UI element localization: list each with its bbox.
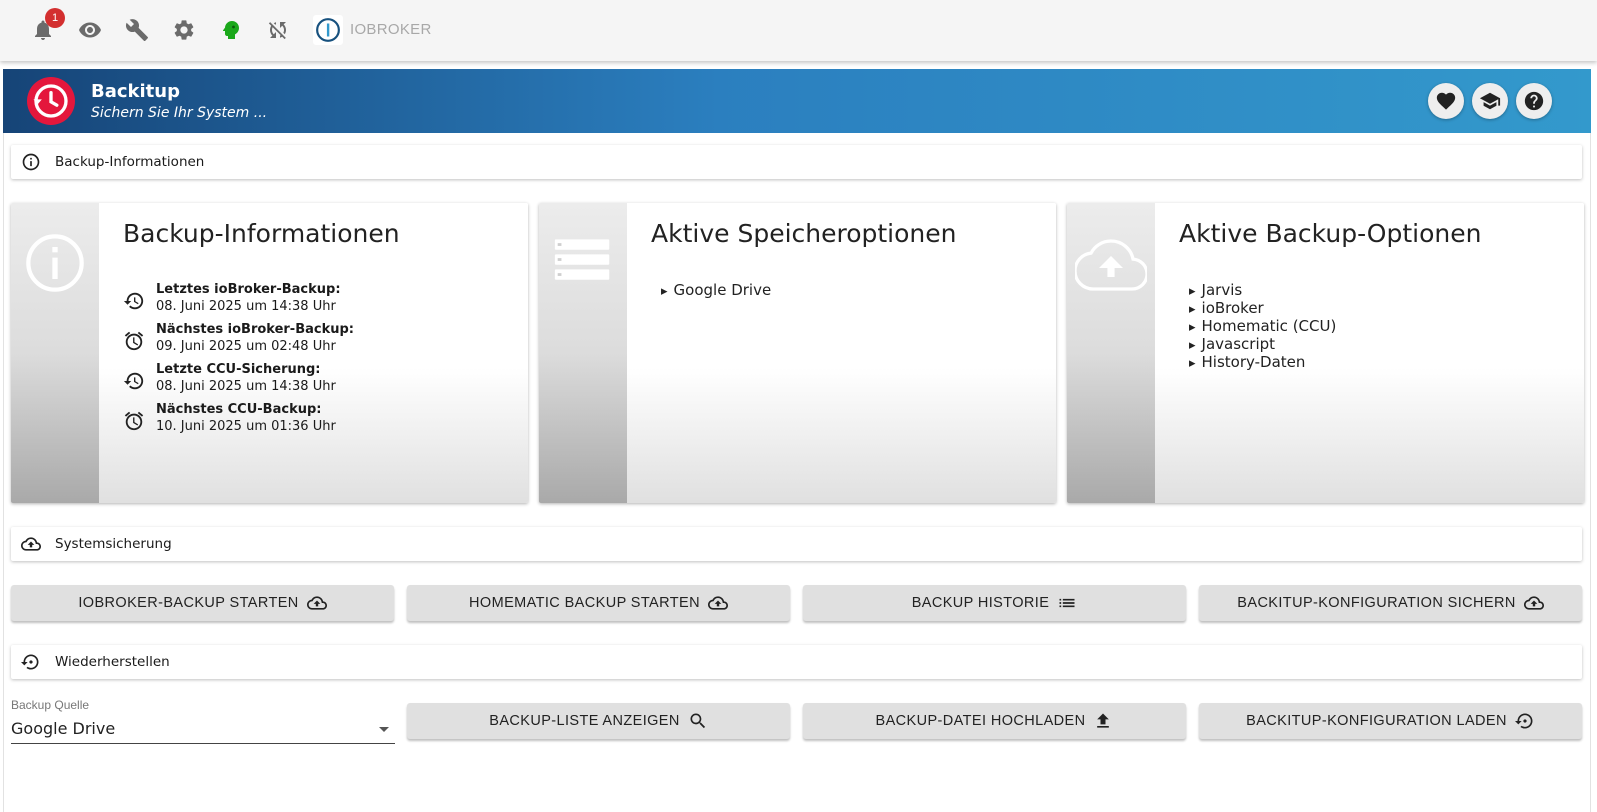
card-title: Aktive Speicheroptionen [651, 219, 957, 248]
info-value: 08. Juni 2025 um 14:38 Uhr [156, 379, 336, 394]
card-backup-options: Aktive Backup-Optionen Jarvis ioBroker H… [1067, 203, 1584, 503]
list-item: Homematic (CCU) [1189, 317, 1337, 335]
card-backup-info: Backup-Informationen Letztes ioBroker-Ba… [11, 203, 528, 503]
backup-source-label: Backup Quelle [11, 698, 90, 712]
storage-icon [554, 239, 610, 280]
info-value: 08. Juni 2025 um 14:38 Uhr [156, 299, 336, 314]
info-value: 10. Juni 2025 um 01:36 Uhr [156, 419, 336, 434]
section-system-backup[interactable]: Systemsicherung [11, 527, 1582, 561]
iobroker-logo [313, 15, 343, 45]
section-restore[interactable]: Wiederherstellen [11, 645, 1582, 679]
tutorial-button[interactable] [1472, 83, 1508, 119]
search-icon [690, 713, 705, 729]
upload-backup-file-button[interactable]: BACKUP-DATEI HOCHLADEN [803, 703, 1186, 739]
cloud-upload-icon [707, 596, 728, 610]
backup-options-list: Jarvis ioBroker Homematic (CCU) Javascri… [1189, 281, 1337, 371]
chevron-down-icon [379, 727, 389, 732]
button-label: HOMEMATIC BACKUP STARTEN [469, 595, 700, 611]
history-icon [123, 372, 144, 390]
section-title: Wiederherstellen [55, 654, 170, 670]
alarm-icon [124, 331, 144, 351]
list-item: Jarvis [1189, 281, 1336, 299]
button-label: BACKUP-LISTE ANZEIGEN [489, 713, 680, 729]
list-item: Google Drive [661, 281, 772, 299]
restore-icon [1514, 713, 1533, 729]
card-strip [1067, 203, 1155, 503]
list-item: ioBroker [1189, 299, 1336, 317]
donate-button[interactable] [1428, 83, 1464, 119]
app-title: Backitup [91, 81, 180, 102]
info-label: Letztes ioBroker-Backup: [156, 282, 341, 297]
restore-icon [21, 654, 39, 670]
card-strip [11, 203, 99, 503]
app-header: Backitup Sichern Sie Ihr System ... [3, 69, 1591, 133]
upload-icon [1097, 713, 1110, 728]
save-backitup-config-button[interactable]: BACKITUP-KONFIGURATION SICHERN [1199, 585, 1582, 621]
button-label: BACKITUP-KONFIGURATION SICHERN [1237, 595, 1516, 611]
button-label: BACKUP-DATEI HOCHLADEN [875, 713, 1086, 729]
backup-source-select[interactable]: Google Drive [11, 714, 395, 744]
graduation-cap-icon [1479, 92, 1501, 110]
info-row-last-ccu: Letzte CCU-Sicherung: 08. Juni 2025 um 1… [123, 362, 513, 398]
info-label: Nächstes CCU-Backup: [156, 402, 322, 417]
list-item: History-Daten [1189, 353, 1336, 371]
backup-source-value: Google Drive [11, 719, 116, 738]
section-backup-info[interactable]: Backup-Informationen [11, 145, 1582, 179]
info-row-next-ccu: Nächstes CCU-Backup: 10. Juni 2025 um 01… [123, 402, 513, 438]
backitup-logo [27, 77, 75, 125]
info-row-next-iobroker: Nächstes ioBroker-Backup: 09. Juni 2025 … [123, 322, 513, 358]
info-value: 09. Juni 2025 um 02:48 Uhr [156, 339, 336, 354]
info-row-last-iobroker: Letztes ioBroker-Backup: 08. Juni 2025 u… [123, 282, 513, 318]
cloud-upload-icon [1075, 239, 1147, 291]
section-title: Backup-Informationen [55, 154, 205, 170]
sync-disabled-icon[interactable] [262, 14, 294, 46]
eye-icon[interactable] [74, 14, 106, 46]
list-item: Javascript [1189, 335, 1336, 353]
card-storage-options: Aktive Speicheroptionen Google Drive [539, 203, 1056, 503]
show-backup-list-button[interactable]: BACKUP-LISTE ANZEIGEN [407, 703, 790, 739]
info-label: Letzte CCU-Sicherung: [156, 362, 321, 377]
wrench-icon[interactable] [121, 14, 153, 46]
gear-icon[interactable] [168, 14, 200, 46]
head-icon[interactable] [215, 14, 247, 46]
list-icon [1059, 598, 1075, 608]
brand-name: IOBROKER [350, 21, 432, 38]
button-label: BACKITUP-KONFIGURATION LADEN [1246, 713, 1507, 729]
help-icon [1524, 91, 1544, 111]
backup-history-button[interactable]: BACKUP HISTORIE [803, 585, 1186, 621]
start-homematic-backup-button[interactable]: HOMEMATIC BACKUP STARTEN [407, 585, 790, 621]
notification-badge: 1 [45, 8, 65, 28]
history-icon [123, 292, 144, 310]
app-subtitle: Sichern Sie Ihr System ... [91, 105, 268, 121]
info-label: Nächstes ioBroker-Backup: [156, 322, 354, 337]
card-strip [539, 203, 627, 503]
info-outline-icon [22, 153, 40, 171]
info-icon [26, 234, 84, 292]
alarm-icon [124, 411, 144, 431]
start-iobroker-backup-button[interactable]: IOBROKER-BACKUP STARTEN [11, 585, 394, 621]
storage-list: Google Drive [661, 281, 772, 299]
section-title: Systemsicherung [55, 536, 172, 552]
help-button[interactable] [1516, 83, 1552, 119]
cloud-upload-icon [21, 537, 41, 551]
cloud-upload-icon [1523, 596, 1544, 610]
load-backitup-config-button[interactable]: BACKITUP-KONFIGURATION LADEN [1199, 703, 1582, 739]
card-title: Backup-Informationen [123, 219, 400, 248]
button-label: BACKUP HISTORIE [911, 595, 1050, 611]
button-label: IOBROKER-BACKUP STARTEN [78, 595, 299, 611]
cloud-upload-icon [306, 596, 327, 610]
card-title: Aktive Backup-Optionen [1179, 219, 1482, 248]
top-toolbar: 1 IOBROKER [0, 0, 1597, 61]
heart-icon [1436, 92, 1456, 110]
